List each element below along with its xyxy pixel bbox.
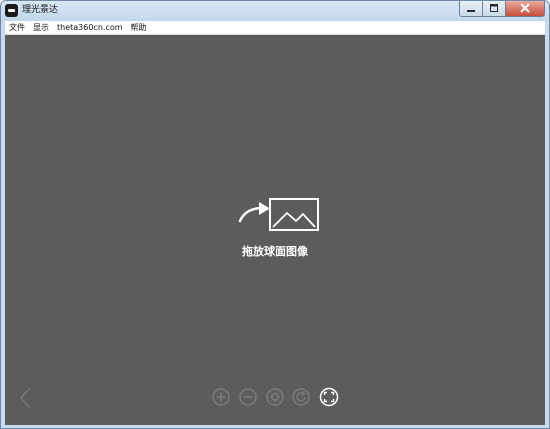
- close-button[interactable]: [505, 1, 545, 17]
- fullscreen-icon[interactable]: [319, 387, 339, 407]
- drop-image-label: 拖放球面图像: [242, 245, 308, 258]
- settings-icon[interactable]: [265, 387, 285, 407]
- minimize-icon: [467, 10, 475, 12]
- chevron-left-icon[interactable]: [18, 386, 34, 410]
- minimize-button[interactable]: [459, 1, 483, 17]
- image-drop-area[interactable]: 拖放球面图像: [5, 35, 545, 425]
- menu-display[interactable]: 显示: [29, 21, 53, 34]
- rotate-icon[interactable]: [291, 387, 311, 407]
- zoom-in-icon[interactable]: [211, 387, 231, 407]
- maximize-button[interactable]: [482, 1, 506, 17]
- close-icon: [520, 3, 530, 13]
- drop-image-icon: [238, 198, 319, 231]
- menu-bar: 文件 显示 theta360cn.com 帮助: [5, 21, 545, 35]
- menu-website[interactable]: theta360cn.com: [53, 21, 127, 34]
- menu-help[interactable]: 帮助: [127, 21, 151, 34]
- maximize-icon: [490, 4, 498, 12]
- menu-file[interactable]: 文件: [5, 21, 29, 34]
- zoom-out-icon[interactable]: [238, 387, 258, 407]
- app-window: 理光景达 文件 显示 theta360cn.com 帮助 拖放球面图像: [0, 0, 550, 429]
- window-title: 理光景达: [22, 5, 59, 15]
- window-controls: [459, 1, 545, 19]
- title-bar[interactable]: 理光景达: [1, 1, 549, 21]
- app-logo-icon: [5, 4, 18, 17]
